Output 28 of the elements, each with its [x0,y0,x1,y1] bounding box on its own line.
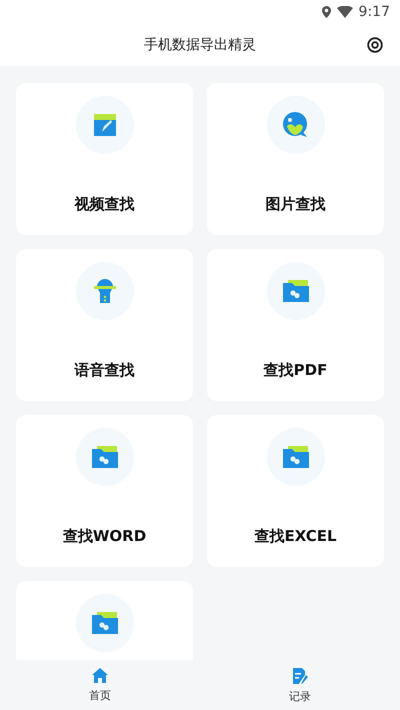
folder-icon [90,445,118,469]
card-label: 查找EXCEL [254,527,337,546]
feature-card[interactable]: 语音查找 [16,249,193,401]
card-label: 查找WORD [62,527,146,546]
feature-card[interactable]: 查找WORD [16,415,193,567]
feature-card[interactable]: 图片查找 [207,83,384,235]
image-icon [282,111,310,139]
document-edit-icon [292,668,308,684]
folder-icon [282,445,310,469]
settings-icon[interactable] [367,37,383,53]
nav-tab[interactable]: 首页 [0,660,200,710]
feature-card[interactable]: 视频查找 [16,83,193,235]
wifi-icon [336,6,353,18]
card-label: 查找PDF [264,361,328,380]
clock-time: 9:17 [358,4,390,20]
card-label: 图片查找 [266,195,326,214]
feature-card[interactable]: 查找EXCEL [207,415,384,567]
folder-icon [90,611,118,635]
card-label: 视频查找 [74,195,134,214]
folder-icon [282,279,310,303]
nav-tab[interactable]: 记录 [200,660,400,710]
microphone-icon [94,276,116,306]
home-icon [92,668,108,683]
location-icon [322,6,331,18]
app-title: 手机数据导出精灵 [144,36,256,54]
feature-card[interactable]: 查找PDF [207,249,384,401]
card-label: 语音查找 [74,361,134,380]
clapperboard-icon [92,113,116,137]
